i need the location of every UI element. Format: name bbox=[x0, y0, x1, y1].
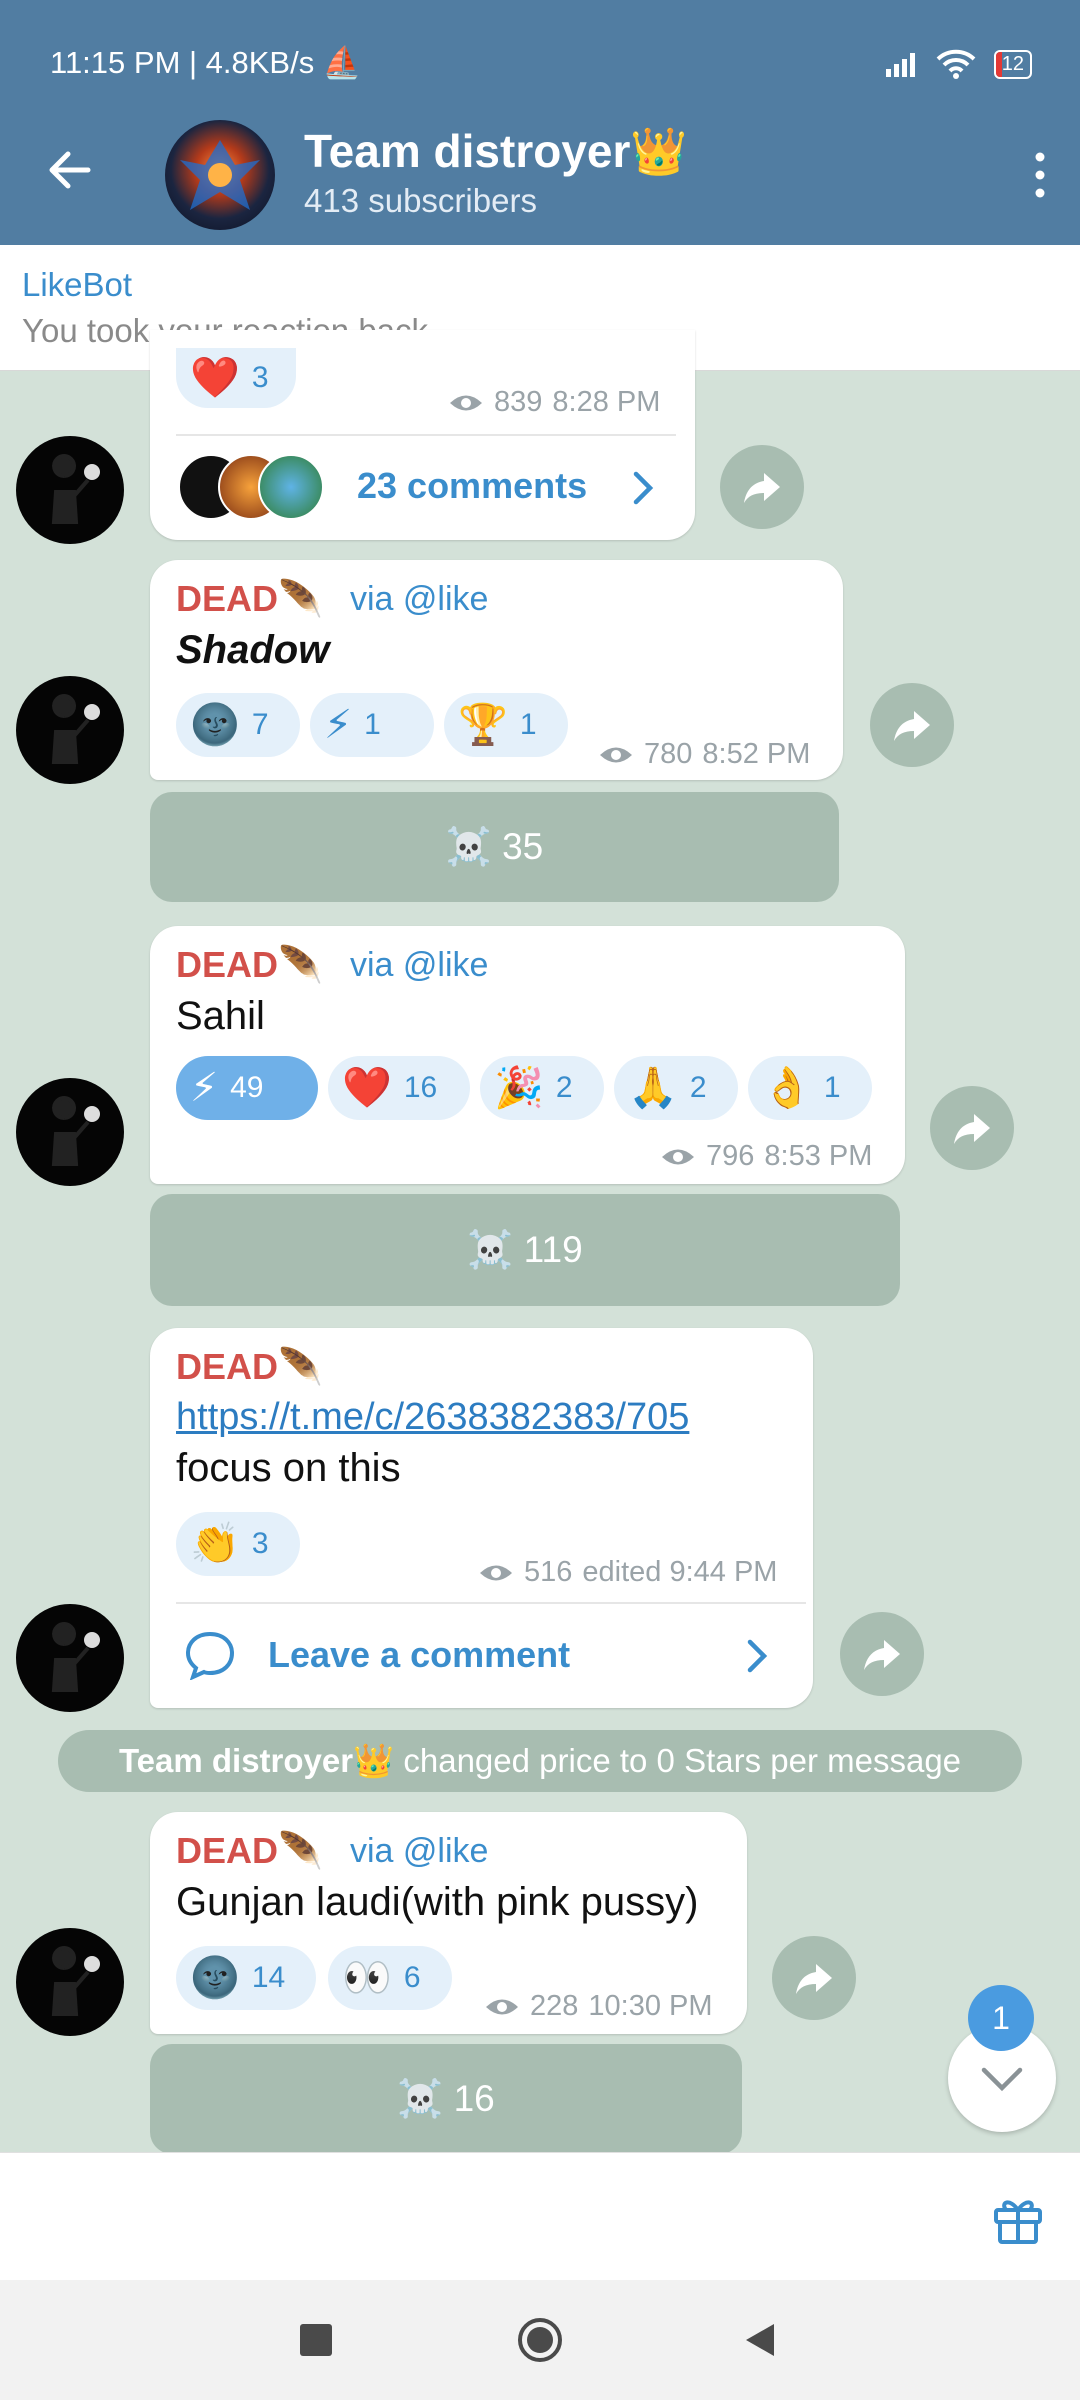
views-eye-icon bbox=[600, 747, 632, 762]
share-button[interactable] bbox=[840, 1612, 924, 1696]
wifi-icon bbox=[936, 49, 976, 79]
reaction-heart[interactable]: ❤️ 3 bbox=[176, 348, 296, 408]
inline-button[interactable]: ☠️ 119 bbox=[150, 1194, 900, 1306]
sender-name[interactable]: DEAD🪶 bbox=[176, 1346, 323, 1388]
unread-badge: 1 bbox=[968, 1985, 1034, 2051]
divider bbox=[176, 434, 676, 436]
sender-avatar[interactable] bbox=[16, 1078, 124, 1186]
sender-name[interactable]: DEAD🪶 bbox=[176, 578, 323, 620]
sail-icon: ⛵ bbox=[322, 45, 362, 80]
bottom-bar bbox=[0, 2152, 1080, 2281]
share-button[interactable] bbox=[772, 1936, 856, 2020]
inline-button[interactable]: ☠️ 35 bbox=[150, 792, 839, 902]
views-eye-icon bbox=[450, 395, 482, 410]
via-bot[interactable]: via @like bbox=[350, 946, 488, 985]
message-meta: 796 8:53 PM bbox=[660, 1140, 872, 1173]
reaction-pill[interactable]: 🌚 7 bbox=[176, 693, 300, 757]
sender-avatar[interactable] bbox=[16, 436, 124, 544]
message-text: Gunjan laudi(with pink pussy) bbox=[176, 1880, 699, 1924]
channel-avatar[interactable] bbox=[165, 120, 275, 230]
sender-avatar[interactable] bbox=[16, 676, 124, 784]
message-link[interactable]: https://t.me/c/2638382383/705 bbox=[176, 1396, 689, 1439]
message-meta: 516 edited 9:44 PM bbox=[478, 1556, 777, 1589]
inline-button[interactable]: ☠️ 16 bbox=[150, 2044, 742, 2154]
battery-icon: 12 bbox=[993, 49, 1032, 79]
reaction-pill[interactable]: 🏆 1 bbox=[444, 693, 568, 757]
reaction-pill[interactable]: 👏 3 bbox=[176, 1512, 300, 1576]
share-button[interactable] bbox=[720, 445, 804, 529]
views-eye-icon bbox=[480, 1565, 512, 1580]
message-meta: 780 8:52 PM bbox=[598, 738, 810, 771]
reaction-pill-selected[interactable]: ⚡ 49 bbox=[176, 1056, 318, 1120]
via-bot[interactable]: via @like bbox=[350, 580, 488, 619]
divider bbox=[176, 1602, 806, 1604]
share-button[interactable] bbox=[870, 683, 954, 767]
message-text: focus on this bbox=[176, 1446, 401, 1490]
home-circle-icon[interactable] bbox=[516, 2316, 564, 2364]
crown-emoji: 👑 bbox=[630, 125, 688, 177]
service-message: Team distroyer 👑 changed price to 0 Stars… bbox=[58, 1730, 1022, 1792]
reaction-pill[interactable]: 👀 6 bbox=[328, 1946, 452, 2010]
leave-comment-link[interactable]: Leave a comment bbox=[268, 1634, 570, 1676]
reaction-pill[interactable]: 🎉 2 bbox=[480, 1056, 604, 1120]
message-text: Shadow bbox=[176, 628, 330, 672]
back-arrow-icon[interactable] bbox=[40, 140, 100, 200]
sender-avatar[interactable] bbox=[16, 1928, 124, 2036]
signal-icon bbox=[885, 51, 918, 77]
commenter-avatar bbox=[258, 454, 324, 520]
subscriber-count: 413 subscribers bbox=[304, 182, 537, 219]
reaction-pill[interactable]: ❤️ 16 bbox=[328, 1056, 470, 1120]
sender-name[interactable]: DEAD🪶 bbox=[176, 1830, 323, 1872]
message-meta: 228 10:30 PM bbox=[484, 1990, 713, 2023]
more-vert-icon[interactable] bbox=[1030, 145, 1050, 205]
gift-icon[interactable] bbox=[990, 2190, 1046, 2246]
back-triangle-icon[interactable] bbox=[742, 2322, 778, 2358]
recents-square-icon[interactable] bbox=[300, 2324, 332, 2356]
views-eye-icon bbox=[662, 1149, 694, 1164]
channel-title[interactable]: Team distroyer👑 bbox=[304, 124, 688, 179]
sender-name[interactable]: DEAD🪶 bbox=[176, 944, 323, 986]
message-meta: 839 8:28 PM bbox=[448, 386, 660, 419]
pinned-title: LikeBot bbox=[22, 266, 133, 303]
sender-avatar[interactable] bbox=[16, 1604, 124, 1712]
chevron-right-icon bbox=[747, 1639, 768, 1673]
message-text: Sahil bbox=[176, 994, 265, 1038]
share-button[interactable] bbox=[930, 1086, 1014, 1170]
status-icons: 12 bbox=[885, 44, 1032, 84]
via-bot[interactable]: via @like bbox=[350, 1832, 488, 1871]
reaction-pill[interactable]: 🌚 14 bbox=[176, 1946, 316, 2010]
reaction-pill[interactable]: 🙏 2 bbox=[614, 1056, 738, 1120]
status-time: 11:15 PM | 4.8KB/s ⛵ bbox=[50, 45, 362, 80]
views-eye-icon bbox=[486, 1999, 518, 2014]
app-header bbox=[0, 0, 1080, 245]
comment-bubble-icon bbox=[185, 1631, 235, 1680]
chevron-right-icon bbox=[633, 471, 654, 505]
reaction-pill[interactable]: ⚡ 1 bbox=[310, 693, 434, 757]
reaction-pill[interactable]: 👌 1 bbox=[748, 1056, 872, 1120]
commenter-avatars bbox=[178, 454, 328, 520]
comments-link[interactable]: 23 comments bbox=[357, 465, 587, 507]
